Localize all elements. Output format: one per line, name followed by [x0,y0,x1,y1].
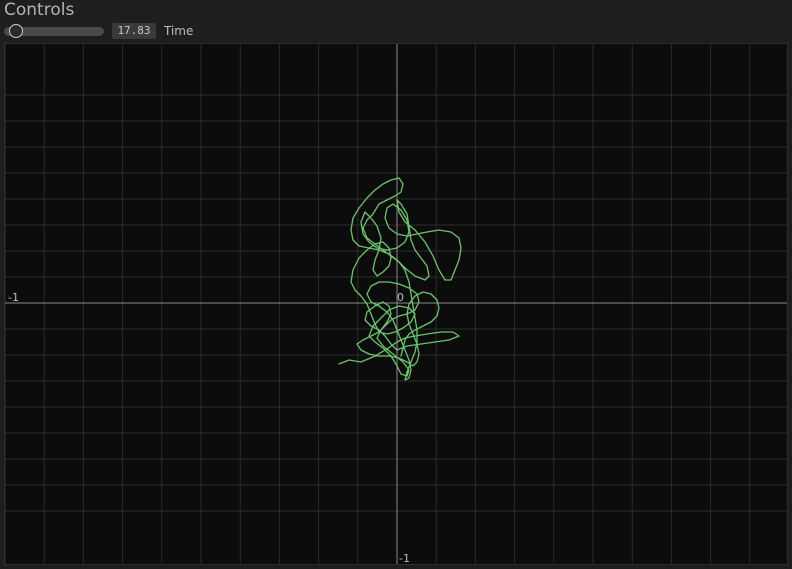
time-value-field[interactable]: 17.83 [112,23,156,39]
time-label: Time [164,24,194,38]
x-axis-min-label: -1 [8,291,19,304]
time-slider[interactable] [4,24,104,38]
time-slider-thumb[interactable] [9,24,23,38]
y-axis-min-label: -1 [399,552,410,564]
plot-area[interactable]: -1 0 -1 [4,43,788,565]
time-control-row: 17.83 Time [4,21,784,41]
origin-label: 0 [397,291,404,304]
controls-panel-title: Controls [4,0,75,20]
plot-grid [5,44,787,564]
plot-canvas[interactable]: -1 0 -1 [5,44,787,564]
